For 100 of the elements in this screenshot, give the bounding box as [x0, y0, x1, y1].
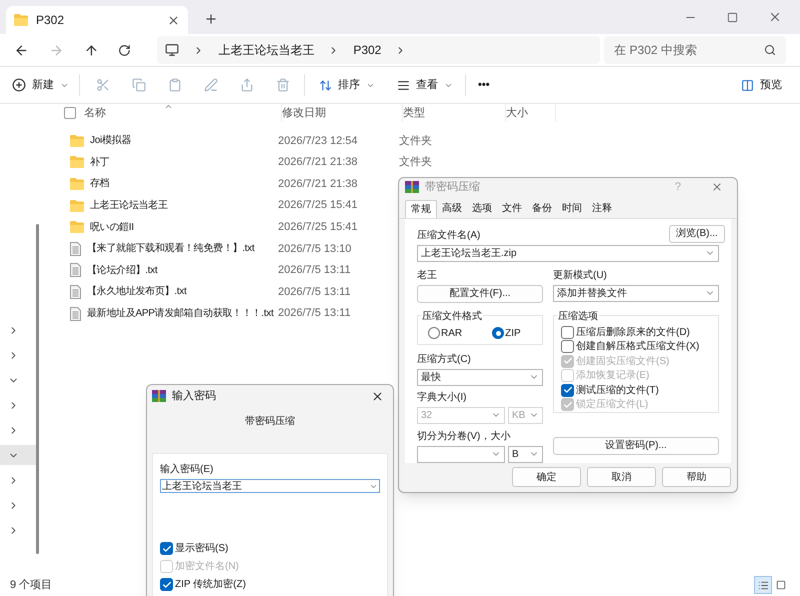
window-tab[interactable]: P302 — [6, 6, 188, 34]
breadcrumb-item[interactable]: P302 — [353, 41, 382, 59]
back-icon[interactable] — [14, 42, 29, 58]
checkbox-label: 加密文件名(N) — [175, 560, 239, 574]
field-label: 更新模式(U) — [553, 268, 608, 283]
dialog-tab[interactable]: 常规 — [405, 200, 437, 218]
checkbox[interactable] — [561, 384, 574, 397]
column-header[interactable]: 类型 — [403, 104, 506, 122]
column-header[interactable]: 修改日期 — [282, 104, 403, 122]
method-field[interactable]: 最快 — [417, 368, 543, 386]
close-icon[interactable] — [371, 390, 384, 402]
checkbox[interactable] — [561, 340, 574, 354]
update-mode-field[interactable]: 添加并替换文件 — [553, 284, 719, 302]
delete-icon[interactable] — [276, 78, 290, 92]
share-icon[interactable] — [240, 78, 254, 92]
file-name[interactable]: 上老王论坛当老王 — [90, 198, 168, 214]
sidebar-item[interactable] — [0, 445, 36, 465]
folder-icon — [70, 178, 84, 190]
dialog-title: 输入密码 — [172, 388, 217, 404]
file-name[interactable]: 补丁 — [90, 154, 110, 170]
dialog-tab[interactable]: 时间 — [557, 200, 587, 218]
more-button[interactable]: ••• — [478, 76, 490, 94]
dialog-title: 带密码压缩 — [425, 180, 481, 195]
dialog-button[interactable]: 帮助 — [662, 467, 731, 488]
dialog-button[interactable]: 取消 — [587, 467, 656, 488]
checkbox[interactable] — [160, 578, 173, 591]
dialog-tab[interactable]: 选项 — [467, 200, 497, 218]
text-file-icon — [70, 284, 81, 299]
checkbox[interactable] — [160, 542, 173, 555]
radio-button[interactable] — [428, 327, 440, 340]
file-type: 文件夹 — [399, 154, 432, 170]
checkbox-label: 压缩后删除原来的文件(D) — [576, 326, 690, 340]
radio-label: ZIP — [505, 326, 521, 341]
checkbox[interactable] — [561, 326, 574, 339]
refresh-icon[interactable] — [118, 44, 132, 56]
file-name[interactable]: 最新地址及APP请发邮箱自动获取！！！.txt — [87, 306, 274, 322]
modified-date: 2026/7/21 21:38 — [278, 155, 359, 170]
field-label: 输入密码(E) — [160, 462, 214, 477]
file-name[interactable]: 呪いの鎧II — [90, 220, 134, 235]
cut-icon[interactable] — [96, 78, 110, 92]
folder-icon — [14, 14, 28, 26]
sort-button[interactable]: 排序 — [319, 76, 375, 94]
file-name[interactable]: 存档 — [90, 176, 110, 192]
details-view-button[interactable] — [754, 576, 772, 594]
text-file-icon — [70, 263, 81, 278]
books-icon — [152, 390, 166, 402]
split-size-field[interactable] — [417, 446, 505, 463]
radio-button[interactable] — [492, 327, 504, 340]
paste-icon[interactable] — [168, 78, 182, 92]
plus-icon — [12, 78, 26, 92]
select-all-checkbox[interactable] — [64, 107, 76, 119]
dialog-tab[interactable]: 注释 — [587, 200, 617, 218]
field-label: 老王 — [417, 268, 438, 283]
new-button[interactable]: 新建 — [12, 76, 69, 94]
up-icon[interactable] — [84, 42, 98, 58]
rename-icon[interactable] — [204, 78, 218, 92]
file-name[interactable]: Joi模拟器 — [90, 133, 131, 148]
monitor-icon — [165, 43, 180, 57]
maximize-icon[interactable] — [727, 12, 738, 22]
split-unit-field[interactable]: B — [508, 446, 543, 463]
new-tab-icon[interactable] — [204, 12, 218, 26]
dialog-tab[interactable]: 文件 — [497, 200, 527, 218]
address-bar[interactable]: 上老王论坛当老王 P302 — [157, 36, 600, 64]
text-file-icon — [70, 242, 81, 256]
dialog-subtitle: 带密码压缩 — [244, 414, 296, 429]
view-button[interactable]: 查看 — [397, 76, 453, 94]
folder-icon — [70, 221, 84, 234]
search-icon — [764, 44, 776, 56]
breadcrumb-item[interactable]: 上老王论坛当老王 — [218, 41, 314, 59]
folder-icon — [70, 200, 84, 212]
item-count: 9 个项目 — [10, 578, 52, 593]
archive-name-field[interactable]: 上老王论坛当老王.zip — [417, 244, 719, 262]
field-label: 压缩文件名(A) — [417, 228, 480, 243]
profile-button[interactable]: 配置文件(F)... — [417, 284, 543, 303]
search-field[interactable]: 在 P302 中搜索 — [604, 36, 786, 64]
checkbox-label: 创建固实压缩文件(S) — [576, 354, 670, 369]
preview-button[interactable]: 预览 — [741, 76, 782, 94]
column-header[interactable]: 名称 — [84, 104, 282, 122]
field-label: 压缩方式(C) — [417, 352, 472, 367]
file-name[interactable]: 【论坛介绍】.txt — [87, 262, 158, 278]
dialog-button[interactable]: 确定 — [512, 467, 581, 488]
field-label: 字典大小(I) — [417, 390, 468, 405]
field-label: 切分为分卷(V)，大小 — [417, 430, 512, 444]
dialog-tab[interactable]: 高级 — [437, 200, 467, 218]
square-icon — [776, 580, 786, 590]
file-name[interactable]: 【永久地址发布页】.txt — [87, 284, 186, 300]
set-password-button[interactable]: 设置密码(P)... — [553, 436, 719, 455]
checkbox-label: ZIP 传统加密(Z) — [175, 578, 246, 592]
password-field[interactable]: 上老王论坛当老王 — [160, 479, 380, 493]
file-name[interactable]: 【来了就能下载和观看！纯免费！】.txt — [87, 241, 254, 256]
column-header[interactable]: 大小 — [506, 104, 556, 122]
close-icon[interactable] — [768, 10, 782, 24]
books-icon — [405, 180, 419, 193]
forward-icon[interactable] — [48, 42, 64, 58]
browse-button[interactable]: 浏览(B)... — [669, 224, 725, 243]
close-tab-icon[interactable] — [167, 14, 180, 26]
folder-icon — [70, 134, 84, 147]
checkbox-label: 显示密码(S) — [175, 542, 228, 556]
dialog-tab[interactable]: 备份 — [527, 200, 557, 218]
copy-icon[interactable] — [132, 78, 146, 92]
